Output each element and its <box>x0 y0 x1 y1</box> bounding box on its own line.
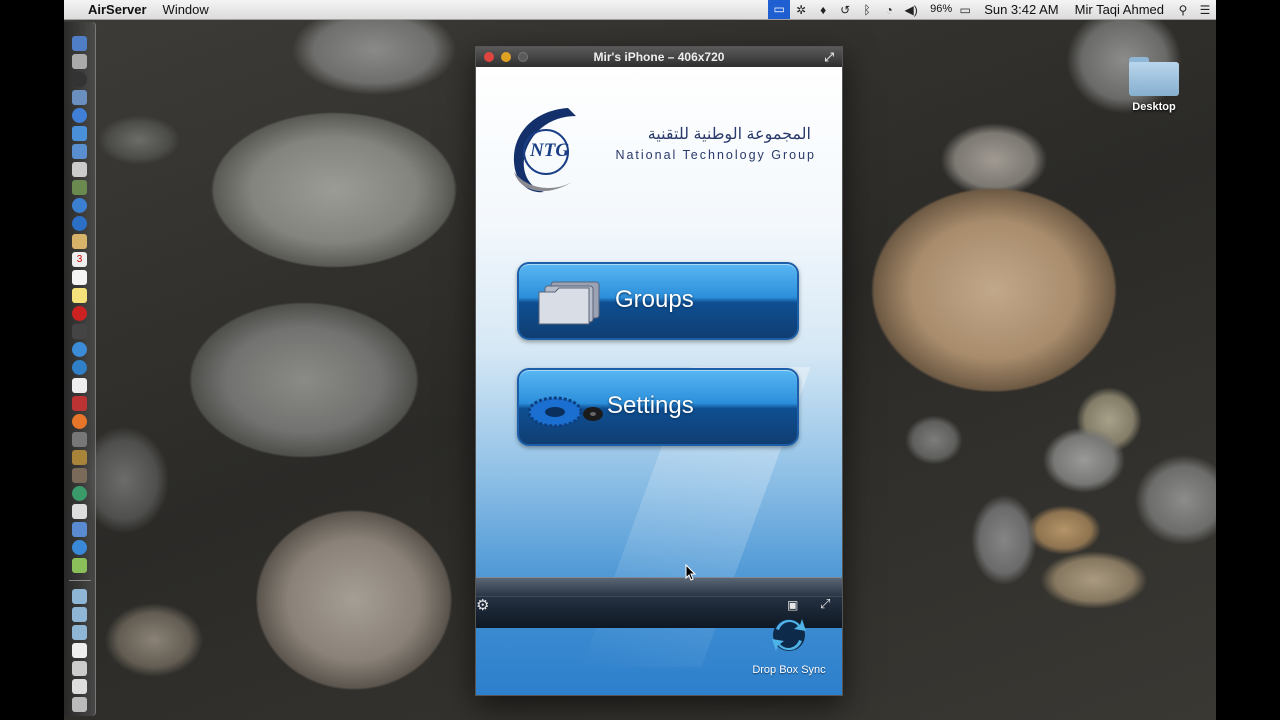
users-icon[interactable] <box>72 521 87 537</box>
ibooks-icon[interactable] <box>72 233 87 249</box>
menu-bar: AirServer Window ▭ ✲ ♦ ↺ ᛒ ◔ ◀) 96% ▭ Su… <box>64 0 1216 20</box>
desktop-folder-label: Desktop <box>1132 101 1176 113</box>
expand-icon[interactable]: ⤢ <box>824 47 834 67</box>
downloads-folder-icon[interactable] <box>72 624 87 640</box>
window-titlebar[interactable]: Mir's iPhone – 406x720 ⤢ <box>476 47 842 67</box>
groups-button[interactable]: Groups <box>517 262 799 340</box>
stack-icon[interactable] <box>72 660 87 676</box>
garageband-icon[interactable] <box>72 449 87 465</box>
mirror-device-icon[interactable]: ▣ <box>787 598 798 612</box>
time-machine-icon[interactable]: ↺ <box>834 3 856 17</box>
window-menu[interactable]: Window <box>155 0 217 19</box>
screen-icon[interactable] <box>72 678 87 694</box>
app-icon-green[interactable] <box>72 557 87 573</box>
preview-icon[interactable] <box>72 179 87 195</box>
close-window-button[interactable] <box>484 52 494 62</box>
mail-icon[interactable] <box>72 89 87 105</box>
safari-icon[interactable] <box>72 107 87 123</box>
finder-icon[interactable] <box>72 35 87 51</box>
dashboard-icon[interactable] <box>72 71 87 87</box>
desktop-folder[interactable]: Desktop <box>1122 57 1186 113</box>
dock-separator <box>68 580 91 581</box>
contacts-icon[interactable] <box>72 161 87 177</box>
app-store-icon[interactable] <box>72 125 87 141</box>
mouse-cursor-icon <box>685 564 697 581</box>
script-editor-icon[interactable] <box>72 377 87 393</box>
fullscreen-icon[interactable]: ⤢ <box>820 596 830 612</box>
logo-arabic-text: المجموعة الوطنية للتقنية <box>647 126 811 143</box>
minimize-window-button[interactable] <box>501 52 511 62</box>
dropbox-sync-button[interactable]: Drop Box Sync <box>744 615 834 676</box>
airplay-icon[interactable]: ▭ <box>768 0 791 19</box>
dropbox-status-icon[interactable]: ♦ <box>812 3 834 17</box>
bluetooth-icon[interactable]: ᛒ <box>856 3 878 17</box>
flashcard-icon[interactable] <box>72 395 87 411</box>
trash-icon[interactable] <box>72 696 87 712</box>
document-icon[interactable] <box>72 642 87 658</box>
disk-utility-icon[interactable] <box>72 485 87 501</box>
toolbar-divider <box>476 596 842 597</box>
battery-percent[interactable]: 96% <box>922 0 954 19</box>
applications-folder-icon[interactable] <box>72 588 87 604</box>
logo-english-text: National Technology Group <box>615 148 816 162</box>
gear-icon <box>527 396 603 428</box>
folders-icon <box>538 281 600 325</box>
app-icon-red[interactable] <box>72 305 87 321</box>
spotlight-search-icon[interactable]: ⚲ <box>1172 3 1194 17</box>
menu-clock[interactable]: Sun 3:42 AM <box>976 0 1066 19</box>
dock: 3 <box>64 22 96 716</box>
itunes-icon[interactable] <box>72 215 87 231</box>
status-area: ▭ ✲ ♦ ↺ ᛒ ◔ ◀) 96% ▭ Sun 3:42 AM Mir Taq… <box>768 0 1216 19</box>
photo-icon[interactable] <box>72 467 87 483</box>
user-menu[interactable]: Mir Taqi Ahmed <box>1067 0 1172 19</box>
tools-icon[interactable]: ✲ <box>790 3 812 17</box>
zoom-window-button[interactable] <box>518 52 528 62</box>
messages-icon[interactable] <box>72 197 87 213</box>
unity-icon[interactable] <box>72 323 87 339</box>
battery-icon[interactable]: ▭ <box>954 3 976 17</box>
logo-abbr: NTG <box>530 140 570 161</box>
volume-icon[interactable]: ◀) <box>900 3 922 17</box>
iphone-screen: NTG المجموعة الوطنية للتقنية National Te… <box>476 67 842 695</box>
calendar-icon[interactable]: 3 <box>72 251 87 267</box>
settings-gear-icon[interactable]: ⚙ <box>476 596 489 614</box>
notification-list-icon[interactable]: ☰ <box>1194 3 1216 17</box>
airserver-window: Mir's iPhone – 406x720 ⤢ NTG المجموعة ال… <box>475 46 843 696</box>
dropbox-sync-label: Drop Box Sync <box>752 664 826 676</box>
folder-icon <box>1129 57 1179 97</box>
firefox-icon[interactable] <box>72 413 87 429</box>
xcode-icon[interactable] <box>72 143 87 159</box>
notes-icon[interactable] <box>72 287 87 303</box>
airserver-icon[interactable] <box>72 341 87 357</box>
groups-button-label: Groups <box>615 286 694 313</box>
app-menu[interactable]: AirServer <box>80 0 155 19</box>
window-title: Mir's iPhone – 406x720 <box>593 50 725 64</box>
sync-arrows-icon <box>772 619 806 651</box>
globe-icon[interactable] <box>72 539 87 555</box>
settings-button-label: Settings <box>607 392 694 419</box>
ntg-logo: NTG المجموعة الوطنية للتقنية National Te… <box>506 102 816 202</box>
wifi-icon[interactable]: ◔ <box>878 3 900 17</box>
activity-icon[interactable] <box>72 503 87 519</box>
utility-icon[interactable] <box>72 431 87 447</box>
settings-button[interactable]: Settings <box>517 368 799 446</box>
network-icon[interactable] <box>72 359 87 375</box>
documents-folder-icon[interactable] <box>72 606 87 622</box>
textedit-icon[interactable] <box>72 269 87 285</box>
launchpad-icon[interactable] <box>72 53 87 69</box>
